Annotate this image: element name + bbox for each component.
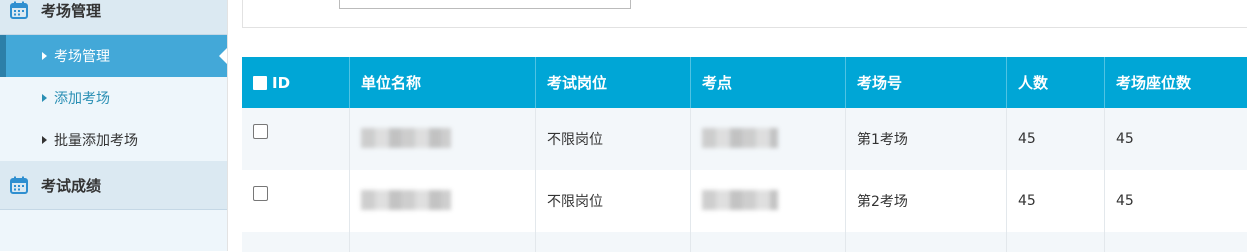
row-checkbox[interactable] (253, 186, 268, 201)
cell-unit (350, 108, 536, 170)
calendar-icon (9, 175, 29, 195)
sidebar-item-label: 添加考场 (54, 91, 110, 107)
search-input[interactable] (339, 0, 631, 9)
column-header-label: 人数 (1018, 74, 1049, 92)
column-header-label: 考试岗位 (547, 74, 608, 92)
exam-room-table: ID 单位名称 考试岗位 考点 考场号 人数 考场座位数 不限岗位 第1考场 4… (242, 57, 1247, 252)
table-row[interactable]: 不限岗位 第2考场 45 45 (242, 170, 1247, 232)
sidebar-item-label: 批量添加考场 (54, 133, 138, 149)
cell-text: 45 (1018, 193, 1036, 209)
sidebar-item-exam-room-manage[interactable]: 考场管理 (0, 35, 227, 77)
cell-room: 第2考场 (846, 170, 1007, 232)
cell-text: 45 (1018, 131, 1036, 147)
column-header-label: 考场号 (857, 74, 903, 92)
cell-seats (1105, 232, 1247, 252)
cell-post (536, 232, 691, 252)
cell-site (691, 232, 846, 252)
table-row[interactable]: 不限岗位 第1考场 45 45 (242, 108, 1247, 170)
column-header-people: 人数 (1007, 57, 1105, 108)
cell-checkbox (242, 170, 350, 232)
cell-people (1007, 232, 1105, 252)
sidebar-group-label: 考场管理 (41, 1, 102, 20)
column-header-room: 考场号 (846, 57, 1007, 108)
cell-room (846, 232, 1007, 252)
table-row[interactable] (242, 232, 1247, 252)
column-header-label: 考点 (702, 74, 733, 92)
cell-room: 第1考场 (846, 108, 1007, 170)
cell-text: 不限岗位 (547, 132, 603, 148)
cell-checkbox (242, 232, 350, 252)
column-header-site: 考点 (691, 57, 846, 108)
cell-text: 45 (1116, 131, 1134, 147)
cell-site (691, 108, 846, 170)
redacted-text (702, 128, 778, 148)
column-header-id: ID (242, 57, 350, 108)
column-header-label: ID (272, 73, 291, 92)
cell-people: 45 (1007, 170, 1105, 232)
sidebar-item-batch-add-exam-room[interactable]: 批量添加考场 (0, 119, 227, 161)
column-header-label: 单位名称 (361, 74, 422, 92)
cell-checkbox (242, 108, 350, 170)
select-all-checkbox[interactable] (253, 75, 267, 90)
cell-people: 45 (1007, 108, 1105, 170)
cell-site (691, 170, 846, 232)
sidebar-group-exam-scores[interactable]: 考试成绩 (0, 161, 227, 210)
cell-seats: 45 (1105, 108, 1247, 170)
redacted-text (361, 128, 451, 148)
cell-unit (350, 170, 536, 232)
sidebar-item-label: 考场管理 (54, 49, 110, 65)
sidebar-group-exam-room[interactable]: 考场管理 (0, 0, 227, 35)
column-header-seats: 考场座位数 (1105, 57, 1247, 108)
redacted-text (361, 190, 451, 210)
redacted-text (702, 190, 778, 210)
sidebar-group-label: 考试成绩 (41, 176, 102, 195)
column-header-label: 考场座位数 (1116, 74, 1192, 92)
cell-seats: 45 (1105, 170, 1247, 232)
calendar-icon (9, 0, 29, 20)
column-header-unit: 单位名称 (350, 57, 536, 108)
sidebar-item-add-exam-room[interactable]: 添加考场 (0, 77, 227, 119)
cell-unit (350, 232, 536, 252)
cell-text: 第1考场 (857, 132, 908, 148)
caret-right-icon (42, 52, 47, 60)
cell-text: 不限岗位 (547, 194, 603, 210)
row-checkbox[interactable] (253, 124, 268, 139)
table-header: ID 单位名称 考试岗位 考点 考场号 人数 考场座位数 (242, 57, 1247, 108)
column-header-post: 考试岗位 (536, 57, 691, 108)
caret-right-icon (42, 136, 47, 144)
sidebar: 考场管理 考场管理 添加考场 批量添加考场 考试成绩 (0, 0, 227, 251)
cell-post: 不限岗位 (536, 108, 691, 170)
cell-text: 第2考场 (857, 194, 908, 210)
sidebar-divider (227, 0, 228, 251)
cell-post: 不限岗位 (536, 170, 691, 232)
caret-right-icon (42, 94, 47, 102)
cell-text: 45 (1116, 193, 1134, 209)
